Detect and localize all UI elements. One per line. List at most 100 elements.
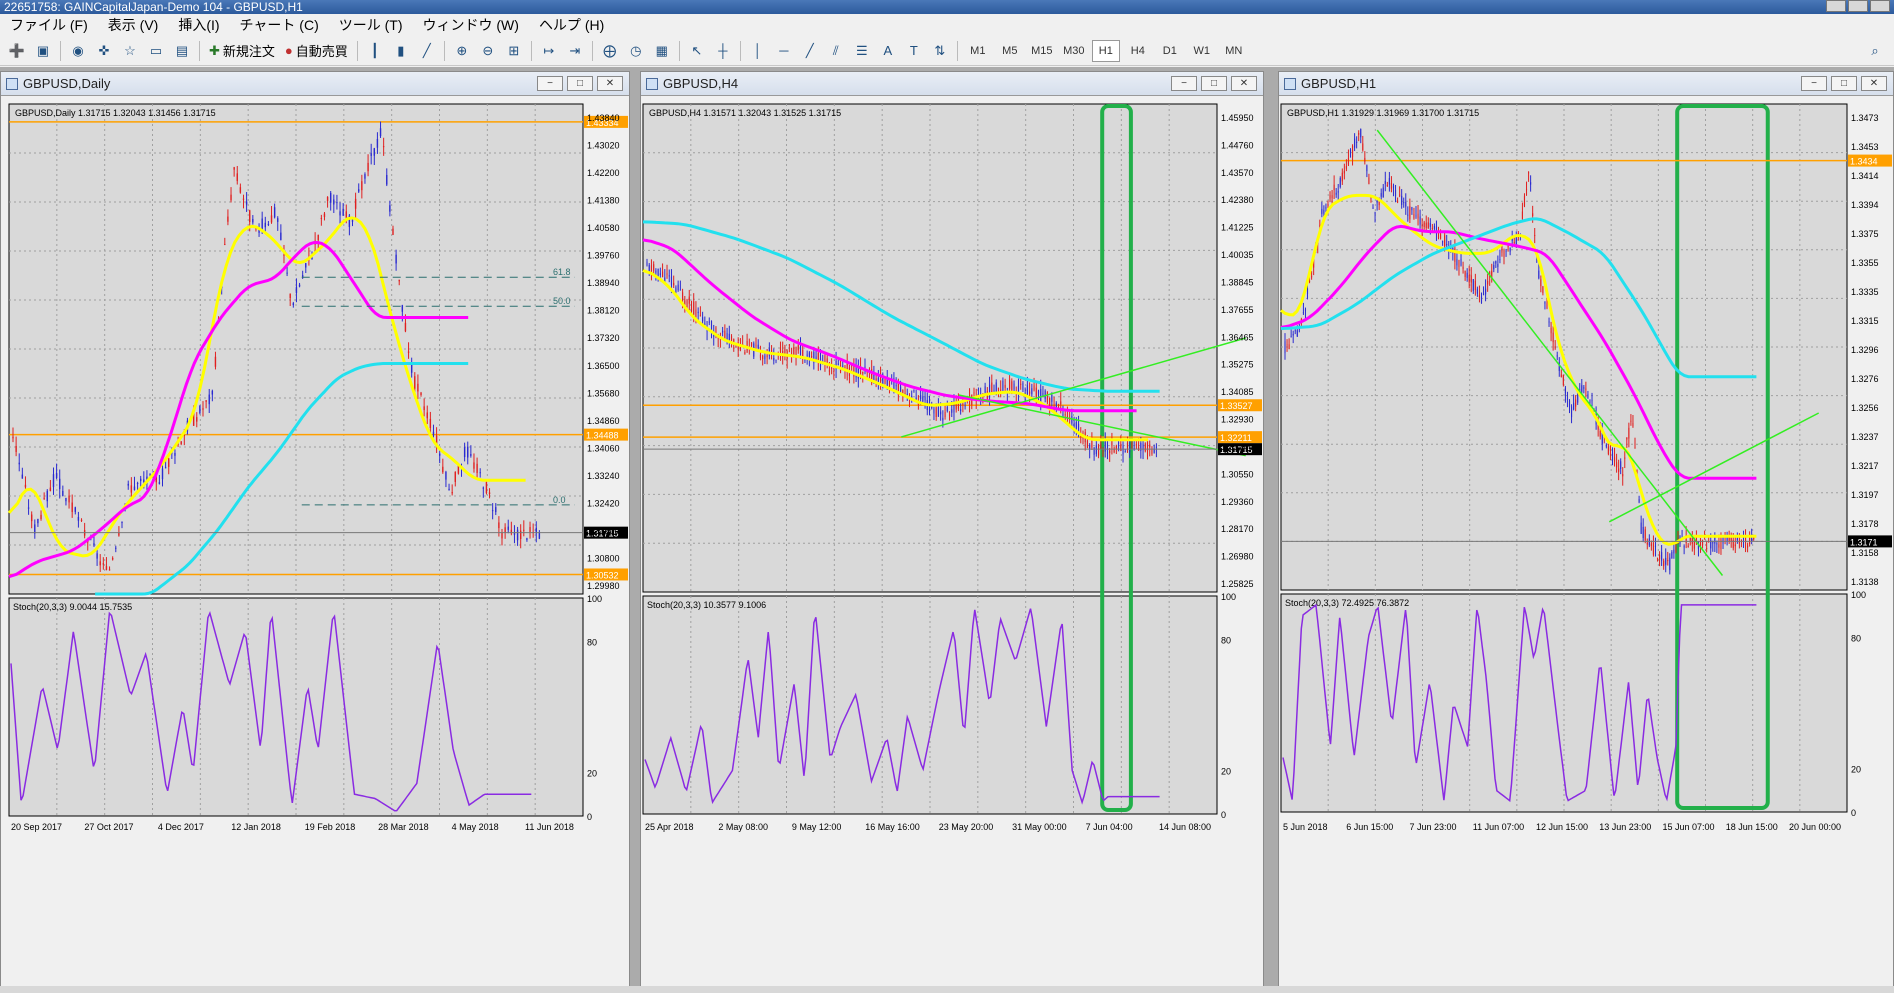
candle-body — [1431, 227, 1433, 229]
candle-body — [750, 342, 753, 346]
navigator-icon[interactable]: ☆ — [119, 40, 141, 62]
timeframe-h4[interactable]: H4 — [1124, 40, 1152, 62]
candle-body — [1564, 387, 1566, 394]
tester-icon[interactable]: ▤ — [171, 40, 193, 62]
channel-icon[interactable]: ⫽ — [825, 40, 847, 62]
text-icon[interactable]: A — [877, 40, 899, 62]
menu-window[interactable]: ウィンドウ (W) — [413, 14, 529, 36]
candle-body — [174, 452, 176, 456]
candle-body — [414, 376, 416, 389]
candle-body — [1474, 280, 1476, 291]
menu-file[interactable]: ファイル (F) — [0, 14, 98, 36]
text-label-icon[interactable]: T — [903, 40, 925, 62]
menu-help[interactable]: ヘルプ (H) — [529, 14, 614, 36]
zoom-out-icon[interactable]: ⊖ — [477, 40, 499, 62]
price-axis-tick: 1.3276 — [1851, 374, 1879, 384]
profiles-icon[interactable]: ▣ — [32, 40, 54, 62]
chart-canvas[interactable]: 1.433341.344881.3053261.850.00.01.317151… — [1, 96, 629, 989]
timeframe-d1[interactable]: D1 — [1156, 40, 1184, 62]
candle-body — [989, 384, 991, 398]
candle-body — [491, 510, 494, 512]
restore-button[interactable]: □ — [1831, 76, 1857, 91]
new-order-button[interactable]: ✚ 新規注文 — [206, 40, 278, 62]
restore-button[interactable]: □ — [1201, 76, 1227, 91]
search-icon[interactable]: ⌕ — [1864, 40, 1886, 62]
crosshair-nav-icon[interactable]: ✜ — [93, 40, 115, 62]
arrows-icon[interactable]: ⇅ — [929, 40, 951, 62]
candle-body — [706, 330, 708, 332]
menu-insert[interactable]: 挿入(I) — [168, 14, 229, 36]
candle-body — [252, 218, 254, 223]
candle-body — [286, 272, 288, 274]
menu-view[interactable]: 表示 (V) — [98, 14, 169, 36]
timeframe-m15[interactable]: M15 — [1028, 40, 1056, 62]
candle-body — [1499, 259, 1501, 261]
candle-body — [364, 174, 366, 179]
close-button[interactable]: ✕ — [1231, 76, 1257, 91]
fibonacci-icon[interactable]: ☰ — [851, 40, 873, 62]
chart-canvas[interactable]: 1.335271.322111.317151.459501.447601.435… — [641, 96, 1263, 989]
candle-body — [71, 502, 73, 513]
toolbar: ➕ ▣ ◉ ✜ ☆ ▭ ▤ ✚ 新規注文 ● 自動売買 ┃ ▮ ╱ ⊕ ⊖ ⊞ ↦ … — [0, 36, 1894, 66]
candle-chart-icon[interactable]: ▮ — [390, 40, 412, 62]
candle-body — [1046, 392, 1048, 403]
horizontal-line-icon[interactable]: ─ — [773, 40, 795, 62]
candle-body — [77, 516, 80, 521]
tile-windows-icon[interactable]: ⊞ — [503, 40, 525, 62]
timeframe-h1[interactable]: H1 — [1091, 39, 1120, 62]
close-button[interactable]: ✕ — [1861, 76, 1887, 91]
zoom-in-icon[interactable]: ⊕ — [451, 40, 473, 62]
indicators-icon[interactable]: ⨁ — [599, 40, 621, 62]
candle-body — [205, 400, 207, 402]
crosshair-icon[interactable]: ┼ — [712, 40, 734, 62]
periods-icon[interactable]: ◷ — [625, 40, 647, 62]
line-chart-icon[interactable]: ╱ — [416, 40, 438, 62]
toolbar-separator — [443, 40, 445, 61]
timeframe-m30[interactable]: M30 — [1060, 40, 1088, 62]
bar-chart-icon[interactable]: ┃ — [364, 40, 386, 62]
candle-body — [495, 507, 497, 513]
minimize-button[interactable] — [1826, 0, 1846, 12]
minimize-button[interactable]: − — [1171, 76, 1197, 91]
auto-trade-button[interactable]: ● 自動売買 — [282, 40, 351, 62]
candle-body — [1571, 406, 1573, 418]
vertical-line-icon[interactable]: │ — [747, 40, 769, 62]
menu-tools[interactable]: ツール (T) — [329, 14, 413, 36]
close-button[interactable] — [1870, 0, 1890, 12]
restore-button[interactable]: □ — [567, 76, 593, 91]
candle-body — [1051, 394, 1053, 402]
chart-window-h4[interactable]: GBPUSD,H4 − □ ✕ 1.33527 1.32211 1.31715 1.4… — [640, 71, 1264, 991]
autoscroll-icon[interactable]: ↦ — [538, 40, 560, 62]
maximize-button[interactable] — [1848, 0, 1868, 12]
toolbar-separator — [356, 40, 358, 61]
candle-body — [1611, 453, 1614, 461]
candle-body — [270, 215, 273, 223]
candle-body — [655, 270, 657, 273]
candle-body — [407, 351, 410, 353]
timeframe-w1[interactable]: W1 — [1188, 40, 1216, 62]
chart-shift-icon[interactable]: ⇥ — [564, 40, 586, 62]
candle-body — [991, 382, 993, 393]
timeframe-mn[interactable]: MN — [1220, 40, 1248, 62]
new-chart-icon[interactable]: ➕ — [6, 40, 28, 62]
minimize-button[interactable]: − — [537, 76, 563, 91]
chart-window-daily[interactable]: GBPUSD,Daily − □ ✕ 1.43334 1.34488 1.30532… — [0, 71, 630, 991]
timeframe-m5[interactable]: M5 — [996, 40, 1024, 62]
candle-body — [1095, 445, 1097, 455]
chart-canvas[interactable]: 1.3434 1.3171 1.3473 1.3453 1.3414 1.3394 1.33… — [1279, 96, 1893, 989]
candle-body — [410, 364, 413, 373]
market-watch-icon[interactable]: ◉ — [67, 40, 89, 62]
candle-body — [951, 409, 953, 413]
candle-body — [121, 521, 123, 524]
timeframe-m1[interactable]: M1 — [964, 40, 992, 62]
templates-icon[interactable]: ▦ — [651, 40, 673, 62]
close-button[interactable]: ✕ — [597, 76, 623, 91]
minimize-button[interactable]: − — [1801, 76, 1827, 91]
trendline-icon[interactable]: ╱ — [799, 40, 821, 62]
cursor-icon[interactable]: ↖ — [686, 40, 708, 62]
candle-body — [1325, 207, 1327, 209]
chart-window-h1[interactable]: GBPUSD,H1 − □ ✕ 1.3434 1.3171 1.3473 1.3453… — [1278, 71, 1894, 991]
terminal-icon[interactable]: ▭ — [145, 40, 167, 62]
candle-body — [161, 468, 164, 480]
menu-chart[interactable]: チャート (C) — [230, 14, 329, 36]
